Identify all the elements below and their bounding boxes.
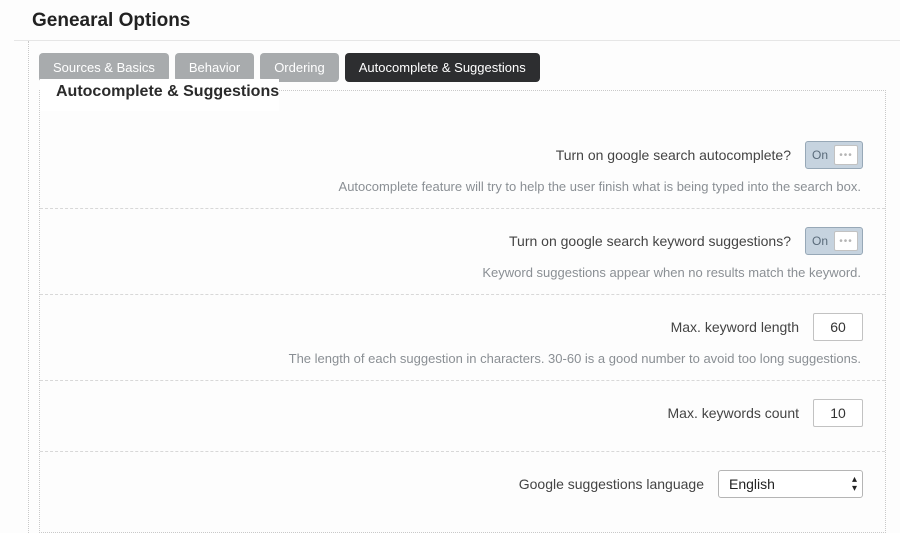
autocomplete-description: Autocomplete feature will try to help th…	[62, 179, 863, 194]
row-max-keywords-count: Max. keywords count	[40, 381, 885, 452]
row-keyword-suggestions: Turn on google search keyword suggestion…	[40, 209, 885, 295]
tab-behavior[interactable]: Behavior	[175, 53, 254, 82]
section-title: Autocomplete & Suggestions	[40, 79, 279, 111]
tab-autocomplete-suggestions[interactable]: Autocomplete & Suggestions	[345, 53, 540, 82]
toggle-state: On	[808, 234, 834, 248]
language-label: Google suggestions language	[519, 476, 704, 492]
max-keyword-length-input[interactable]	[813, 313, 863, 341]
language-select[interactable]: English	[718, 470, 863, 498]
tabs-bar: Sources & Basics Behavior Ordering Autoc…	[29, 53, 900, 82]
autocomplete-label: Turn on google search autocomplete?	[556, 147, 791, 163]
max-keywords-count-input[interactable]	[813, 399, 863, 427]
tab-ordering[interactable]: Ordering	[260, 53, 339, 82]
page-title: Genearal Options	[14, 0, 900, 41]
row-language: Google suggestions language English ▴▾	[40, 452, 885, 522]
toggle-state: On	[808, 148, 834, 162]
toggle-knob-icon: •••	[834, 231, 858, 251]
max-keyword-length-description: The length of each suggestion in charact…	[62, 351, 863, 366]
row-max-keyword-length: Max. keyword length The length of each s…	[40, 295, 885, 381]
settings-panel: Sources & Basics Behavior Ordering Autoc…	[28, 41, 900, 533]
max-keyword-length-label: Max. keyword length	[671, 319, 799, 335]
keyword-suggestions-description: Keyword suggestions appear when no resul…	[62, 265, 863, 280]
row-autocomplete: Turn on google search autocomplete? On •…	[40, 123, 885, 209]
section-autocomplete-suggestions: Autocomplete & Suggestions Turn on googl…	[39, 90, 886, 533]
autocomplete-toggle[interactable]: On •••	[805, 141, 863, 169]
toggle-knob-icon: •••	[834, 145, 858, 165]
keyword-suggestions-toggle[interactable]: On •••	[805, 227, 863, 255]
tab-sources-basics[interactable]: Sources & Basics	[39, 53, 169, 82]
max-keywords-count-label: Max. keywords count	[668, 405, 800, 421]
keyword-suggestions-label: Turn on google search keyword suggestion…	[509, 233, 791, 249]
